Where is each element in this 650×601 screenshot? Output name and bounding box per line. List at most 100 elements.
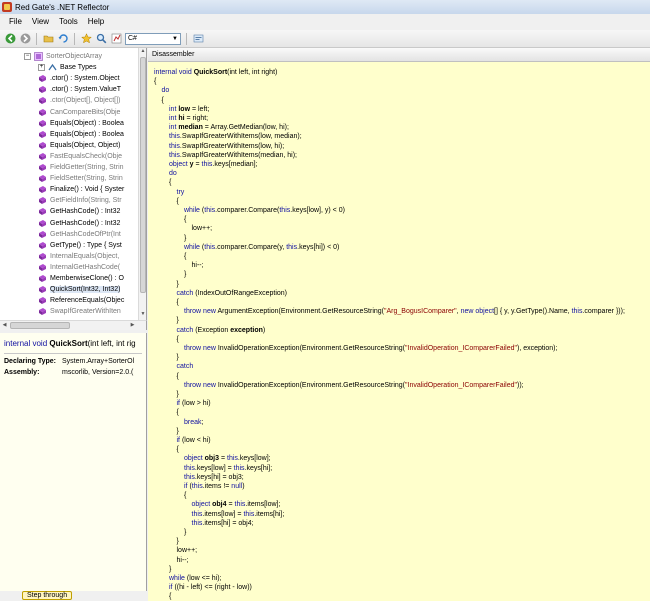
toolbar: C# ▼ [0,30,650,48]
code-text: { [161,96,164,104]
code-keyword: catch [176,363,194,371]
tree-horizontal-scrollbar[interactable]: ◀ ▶ [0,320,147,330]
code-identifier[interactable]: low [178,106,190,113]
code-line: internal void QuickSort(int left, int ri… [154,68,277,78]
tree-item[interactable]: .ctor() : System.Object [38,73,120,84]
tree-item[interactable]: − SorterObjectArray [24,51,102,62]
tree-item[interactable]: FieldGetter(String, Strin [38,162,124,173]
method-icon [38,274,47,283]
assembly-browser-tree[interactable]: − SorterObjectArray + Base Types .ctor() : S… [0,48,147,320]
refresh-button[interactable] [57,33,69,45]
member-signature: internal void QuickSort(int left, int ri… [4,339,142,348]
open-button[interactable] [42,33,54,45]
tree-item[interactable]: InternalGetHashCode( [38,262,120,273]
scroll-left-arrow-icon[interactable]: ◀ [0,321,9,330]
forward-button[interactable] [19,33,31,45]
tree-item[interactable]: CanCompareBits(Obje [38,107,120,118]
scroll-up-arrow-icon[interactable]: ▲ [139,48,146,57]
tree-item[interactable]: + Base Types [38,62,96,73]
scroll-right-arrow-icon[interactable]: ▶ [128,321,137,330]
code-text: = left; [190,105,210,113]
tree-item-label: Equals(Object) : Boolea [50,119,124,127]
tree-item[interactable]: Equals(Object) : Boolea [38,129,124,140]
code-line: if (this.items != null) [184,482,245,492]
method-icon [38,296,47,305]
declaring-type-link[interactable]: System.Array+SorterOl [62,358,134,365]
tree-item-label: Equals(Object, Object) [50,141,121,149]
tree-item[interactable]: .ctor() : System.ValueT [38,84,121,95]
code-keyword: this [191,510,203,518]
code-text: (IndexOutOfRangeException) [195,289,288,297]
signature-keywords: internal void [4,339,48,348]
method-icon [38,263,47,272]
tree-item-label: SorterObjectArray [46,53,103,60]
back-button[interactable] [4,33,16,45]
code-identifier[interactable]: obj3 [205,455,219,462]
code-identifier[interactable]: exception [230,327,263,334]
tree-item[interactable]: GetType() : Type { Syst [38,240,122,251]
tree-item[interactable]: FieldSetter(String, Strin [38,173,123,184]
tree-item[interactable]: MemberwiseClone() : O [38,273,124,284]
window-title: Red Gate's .NET Reflector [15,2,110,12]
tree-item[interactable]: SwapIfGreaterWithIten [38,306,121,317]
tree-item[interactable]: Equals(Object, Object) [38,140,120,151]
code-identifier[interactable]: QuickSort [194,69,227,76]
code-text: (Exception [195,326,231,334]
code-keyword: catch [176,326,196,334]
code-text: ), exception); [517,345,558,352]
tree-item[interactable]: .ctor(Object[], Object[]) [38,95,120,106]
tree-item[interactable]: ReferenceEquals(Objec [38,295,124,306]
code-text: } [176,391,179,398]
tree-item[interactable]: Equals(Object) : Boolea [38,118,124,129]
scroll-thumb[interactable] [10,322,70,329]
tree-item[interactable]: GetHashCode() : Int32 [38,206,120,217]
options-button[interactable] [192,33,204,45]
scroll-down-arrow-icon[interactable]: ▼ [139,311,146,320]
analyzer-button[interactable] [110,33,122,45]
tree-vertical-scrollbar[interactable]: ▲ ▼ [138,48,146,320]
code-keyword: throw new [184,345,218,352]
menu-tools[interactable]: Tools [54,17,83,26]
code-identifier[interactable]: obj4 [212,501,226,508]
expand-icon[interactable]: + [38,64,45,72]
step-through-button[interactable]: Step through [22,591,73,600]
code-keyword: while [184,207,202,214]
toolbar-separator [36,32,37,45]
bookmarks-button[interactable] [80,33,92,45]
tree-item[interactable]: InternalEquals(Object, [38,251,119,262]
code-identifier[interactable]: median [178,124,203,131]
code-string: "InvalidOperation_IComparerFailed" [405,381,517,389]
menu-file[interactable]: File [4,17,27,26]
code-line: catch (IndexOutOfRangeException) [177,289,288,299]
tree-item[interactable]: Finalize() : Void { Syster [38,184,124,195]
code-keyword: break [184,418,202,426]
menu-help[interactable]: Help [83,17,109,26]
code-string: "InvalidOperation_IComparerFailed" [405,345,517,352]
tree-item-label: .ctor() : System.ValueT [50,86,122,94]
star-icon [80,33,92,44]
menu-view[interactable]: View [27,17,54,26]
tree-item[interactable]: GetHashCodeOfPtr(Int [38,229,121,240]
tree-item-label: GetHashCode() : Int32 [50,208,121,216]
tree-item[interactable]: GetFieldInfo(String, Str [38,195,122,206]
search-button[interactable] [95,33,107,45]
method-icon [38,285,47,294]
code-keyword: this [184,473,195,481]
collapse-icon[interactable]: − [24,53,31,60]
scroll-thumb[interactable] [140,57,146,293]
tree-item[interactable]: GetHashCode() : Int32 [38,218,120,229]
code-keyword: object [169,161,190,168]
method-icon [38,307,47,316]
method-icon [38,152,47,161]
tree-item[interactable]: FastEqualsCheck(Obje [38,151,122,162]
code-text: } [176,538,179,546]
tree-item[interactable]: QuickSort(Int32, Int32) [38,284,121,295]
code-line: { [177,335,179,345]
code-line: } [184,270,186,280]
code-keyword: this [233,464,245,472]
divider [4,353,142,354]
code-keyword: this [201,161,213,168]
disassembler-code-view[interactable]: internal void QuickSort(int left, int ri… [148,62,650,601]
toolbar-separator [186,32,187,45]
language-select[interactable]: C# ▼ [125,32,181,45]
